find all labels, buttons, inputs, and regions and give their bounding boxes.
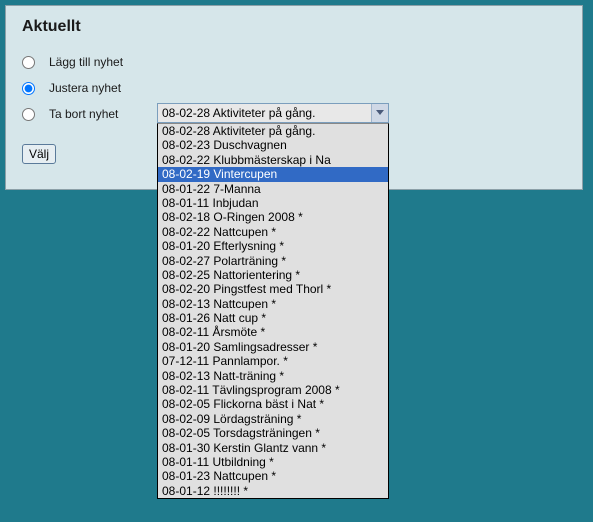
dropdown-item[interactable]: 08-02-18 O-Ringen 2008 * <box>158 210 388 224</box>
dropdown-item[interactable]: 07-12-11 Pannlampor. * <box>158 354 388 368</box>
dropdown-item[interactable]: 08-01-26 Natt cup * <box>158 311 388 325</box>
dropdown-item[interactable]: 08-01-22 7-Manna <box>158 182 388 196</box>
news-dropdown[interactable]: 08-02-28 Aktiviteter på gång. 08-02-28 A… <box>157 103 389 499</box>
dropdown-item[interactable]: 08-02-28 Aktiviteter på gång. <box>158 124 388 138</box>
dropdown-item[interactable]: 08-02-13 Natt-träning * <box>158 369 388 383</box>
dropdown-item[interactable]: 08-01-20 Samlingsadresser * <box>158 340 388 354</box>
dropdown-display[interactable]: 08-02-28 Aktiviteter på gång. <box>157 103 389 123</box>
chevron-down-icon[interactable] <box>371 104 388 122</box>
radio-delete-label: Ta bort nyhet <box>49 107 118 121</box>
dropdown-item[interactable]: 08-01-11 Inbjudan <box>158 196 388 210</box>
radio-edit-label: Justera nyhet <box>49 81 121 95</box>
dropdown-item[interactable]: 08-01-12 !!!!!!!! * <box>158 484 388 498</box>
dropdown-item[interactable]: 08-02-11 Tävlingsprogram 2008 * <box>158 383 388 397</box>
radio-delete[interactable] <box>22 108 35 121</box>
dropdown-item[interactable]: 08-02-22 Nattcupen * <box>158 225 388 239</box>
radio-add[interactable] <box>22 56 35 69</box>
dropdown-item[interactable]: 08-02-25 Nattorientering * <box>158 268 388 282</box>
dropdown-item[interactable]: 08-01-23 Nattcupen * <box>158 469 388 483</box>
dropdown-item[interactable]: 08-02-11 Årsmöte * <box>158 325 388 339</box>
dropdown-list[interactable]: 08-02-28 Aktiviteter på gång.08-02-23 Du… <box>157 123 389 499</box>
dropdown-item[interactable]: 08-02-20 Pingstfest med Thorl * <box>158 282 388 296</box>
option-edit-row: Justera nyhet <box>22 78 566 98</box>
dropdown-item[interactable]: 08-01-11 Utbildning * <box>158 455 388 469</box>
option-add-row: Lägg till nyhet <box>22 52 566 72</box>
dropdown-item[interactable]: 08-02-22 Klubbmästerskap i Na <box>158 153 388 167</box>
dropdown-item[interactable]: 08-02-09 Lördagsträning * <box>158 412 388 426</box>
dropdown-item[interactable]: 08-01-20 Efterlysning * <box>158 239 388 253</box>
radio-edit[interactable] <box>22 82 35 95</box>
dropdown-item[interactable]: 08-02-27 Polarträning * <box>158 254 388 268</box>
dropdown-item[interactable]: 08-02-13 Nattcupen * <box>158 297 388 311</box>
dropdown-item[interactable]: 08-02-05 Torsdagsträningen * <box>158 426 388 440</box>
panel-heading: Aktuellt <box>22 18 566 36</box>
dropdown-item[interactable]: 08-01-30 Kerstin Glantz vann * <box>158 441 388 455</box>
select-button[interactable]: Välj <box>22 144 56 164</box>
dropdown-item[interactable]: 08-02-05 Flickorna bäst i Nat * <box>158 397 388 411</box>
dropdown-item[interactable]: 08-02-23 Duschvagnen <box>158 138 388 152</box>
dropdown-current-value: 08-02-28 Aktiviteter på gång. <box>162 106 315 120</box>
dropdown-item[interactable]: 08-02-19 Vintercupen <box>158 167 388 181</box>
radio-add-label: Lägg till nyhet <box>49 55 123 69</box>
